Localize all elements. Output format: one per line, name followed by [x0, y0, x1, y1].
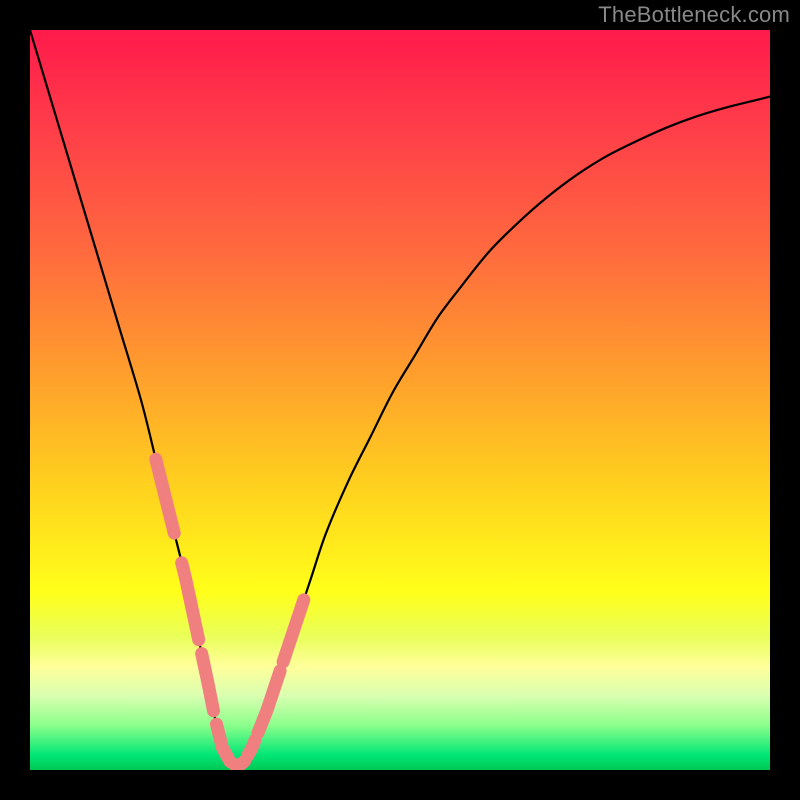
- marker-segment: [156, 459, 175, 533]
- watermark-text: TheBottleneck.com: [598, 2, 790, 28]
- curve-svg: [30, 30, 770, 770]
- marker-segments: [156, 459, 304, 767]
- chart-frame: TheBottleneck.com: [0, 0, 800, 800]
- marker-segment: [283, 600, 304, 662]
- marker-segment: [258, 671, 280, 733]
- marker-segment: [216, 724, 231, 762]
- marker-segment: [202, 654, 214, 711]
- marker-segment: [236, 761, 245, 767]
- plot-area: [30, 30, 770, 770]
- marker-segment: [248, 740, 255, 755]
- bottleneck-curve: [30, 30, 770, 767]
- marker-segment: [182, 563, 199, 640]
